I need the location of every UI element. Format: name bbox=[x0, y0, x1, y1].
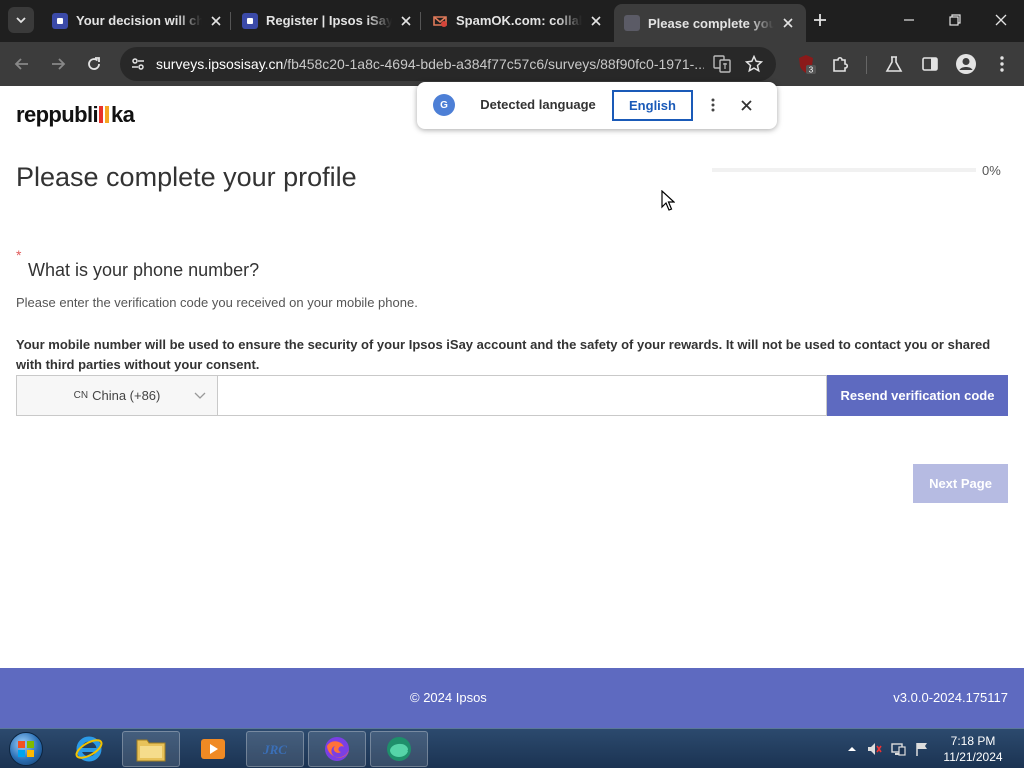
question-description: Please enter the verification code you r… bbox=[16, 295, 418, 310]
close-tab-icon[interactable] bbox=[208, 13, 224, 29]
minimize-button[interactable] bbox=[886, 0, 932, 40]
forward-button[interactable] bbox=[44, 50, 72, 78]
progress-bar bbox=[712, 168, 976, 172]
translate-page-icon[interactable] bbox=[710, 52, 734, 76]
firefox-icon[interactable] bbox=[308, 731, 366, 767]
chrome-labs-flask-icon[interactable] bbox=[880, 50, 908, 78]
verification-code-input[interactable] bbox=[218, 375, 827, 416]
tab-title: Please complete your profile bbox=[648, 15, 774, 31]
jrc-icon[interactable]: JRC bbox=[246, 731, 304, 767]
logo-wordmark: reppubli ka bbox=[16, 102, 136, 127]
tab-title: Register | Ipsos iSay bbox=[266, 13, 392, 28]
ipsos-favicon-icon bbox=[52, 12, 68, 29]
edge-icon[interactable] bbox=[370, 731, 428, 767]
country-code-label: China (+86) bbox=[92, 388, 161, 403]
network-icon[interactable] bbox=[890, 741, 906, 757]
extension-badge-count: 3 bbox=[809, 66, 814, 75]
url-text[interactable]: surveys.ipsosisay.cn/fb458c20-1a8c-4694-… bbox=[156, 56, 704, 72]
volume-muted-icon[interactable] bbox=[866, 741, 882, 757]
reload-button[interactable] bbox=[80, 50, 108, 78]
tab-title: Your decision will change bbox=[76, 13, 202, 28]
internet-explorer-icon[interactable] bbox=[60, 731, 118, 767]
new-tab-button[interactable] bbox=[808, 8, 832, 32]
back-button[interactable] bbox=[8, 50, 36, 78]
toolbar-divider bbox=[866, 56, 867, 74]
arrow-right-icon bbox=[52, 58, 66, 70]
browser-tab[interactable]: Register | Ipsos iSay bbox=[232, 4, 424, 37]
tab-divider bbox=[420, 12, 421, 30]
chevron-down-icon bbox=[194, 392, 206, 399]
reload-icon bbox=[88, 57, 100, 70]
ublock-extension-icon[interactable]: 3 bbox=[792, 50, 820, 78]
system-clock[interactable]: 7:18 PM 11/21/2024 bbox=[936, 733, 1010, 765]
spamok-favicon-icon bbox=[432, 13, 448, 29]
translate-options-icon[interactable] bbox=[703, 94, 723, 116]
restore-icon bbox=[949, 14, 961, 26]
page-footer: © 2024 Ipsos v3.0.0-2024.175117 bbox=[0, 668, 1024, 728]
google-translate-icon: G bbox=[433, 94, 455, 116]
chrome-menu-icon[interactable] bbox=[988, 50, 1016, 78]
url-path: /fb458c20-1a8c-4694-bdeb-a384f77c57c6/su… bbox=[283, 56, 704, 72]
page-favicon-icon bbox=[624, 15, 640, 31]
tab-title: SpamOK.com: collaborative bbox=[456, 13, 582, 28]
question-title: What is your phone number? bbox=[28, 260, 260, 280]
country-flag-code: CN bbox=[73, 390, 89, 401]
page-title: Please complete your profile bbox=[16, 162, 357, 192]
browser-toolbar: surveys.ipsosisay.cn/fb458c20-1a8c-4694-… bbox=[0, 42, 1024, 86]
country-code-select[interactable]: CN China (+86) bbox=[16, 375, 218, 416]
phone-input-row: CN China (+86) Resend verification code bbox=[16, 375, 1008, 416]
next-page-button[interactable]: Next Page bbox=[913, 464, 1008, 503]
browser-tab[interactable]: SpamOK.com: collaborative bbox=[422, 4, 614, 37]
progress-percentage: 0% bbox=[982, 163, 1001, 178]
file-explorer-icon[interactable] bbox=[122, 731, 180, 767]
arrow-left-icon bbox=[14, 58, 28, 70]
close-icon bbox=[995, 14, 1007, 26]
restore-button[interactable] bbox=[932, 0, 978, 40]
close-translate-icon[interactable] bbox=[735, 94, 757, 116]
detected-language-tab[interactable]: Detected language bbox=[465, 91, 611, 119]
svg-text:JRC: JRC bbox=[262, 742, 287, 757]
show-hidden-icons-arrow-icon[interactable] bbox=[844, 741, 860, 757]
tab-search-button[interactable] bbox=[8, 7, 34, 33]
close-tab-icon[interactable] bbox=[780, 15, 796, 31]
windows-logo-icon bbox=[9, 732, 43, 766]
required-asterisk: * bbox=[16, 247, 22, 263]
svg-text:ka: ka bbox=[111, 102, 136, 127]
version-text: v3.0.0-2024.175117 bbox=[893, 690, 1008, 705]
clock-date: 11/21/2024 bbox=[943, 750, 1003, 764]
reppubliika-logo: reppubli ka bbox=[16, 100, 140, 130]
start-button[interactable] bbox=[4, 731, 48, 767]
browser-tab[interactable]: Your decision will change bbox=[42, 4, 234, 37]
windows-taskbar: JRC 7:18 PM 11/21/2024 bbox=[0, 728, 1024, 768]
profile-avatar-icon[interactable] bbox=[952, 50, 980, 78]
side-panel-icon[interactable] bbox=[916, 50, 944, 78]
tab-divider bbox=[230, 12, 231, 30]
minimize-icon bbox=[904, 19, 914, 21]
mouse-cursor-icon bbox=[661, 190, 675, 211]
address-bar[interactable]: surveys.ipsosisay.cn/fb458c20-1a8c-4694-… bbox=[120, 47, 776, 81]
extensions-puzzle-icon[interactable] bbox=[826, 50, 854, 78]
resend-verification-code-button[interactable]: Resend verification code bbox=[827, 375, 1008, 416]
browser-tab-active[interactable]: Please complete your profile bbox=[614, 4, 806, 42]
browser-tab-strip: Your decision will change Register | Ips… bbox=[0, 0, 1024, 42]
privacy-note: Your mobile number will be used to ensur… bbox=[16, 337, 991, 372]
close-tab-icon[interactable] bbox=[588, 13, 604, 29]
bookmark-star-icon[interactable] bbox=[742, 52, 766, 76]
url-host: surveys.ipsosisay.cn bbox=[156, 56, 284, 72]
translate-popup: G Detected language English bbox=[417, 82, 777, 129]
close-window-button[interactable] bbox=[978, 0, 1024, 40]
ipsos-favicon-icon bbox=[242, 12, 258, 29]
site-settings-icon[interactable] bbox=[130, 56, 146, 72]
copyright-text: © 2024 Ipsos bbox=[410, 690, 487, 705]
action-center-flag-icon[interactable] bbox=[914, 741, 930, 757]
svg-text:reppubli: reppubli bbox=[16, 102, 98, 127]
chevron-down-icon bbox=[16, 17, 26, 24]
clock-time: 7:18 PM bbox=[950, 734, 996, 748]
plus-icon bbox=[814, 14, 826, 26]
close-tab-icon[interactable] bbox=[398, 13, 414, 29]
media-player-icon[interactable] bbox=[184, 731, 242, 767]
english-language-tab[interactable]: English bbox=[612, 90, 693, 121]
